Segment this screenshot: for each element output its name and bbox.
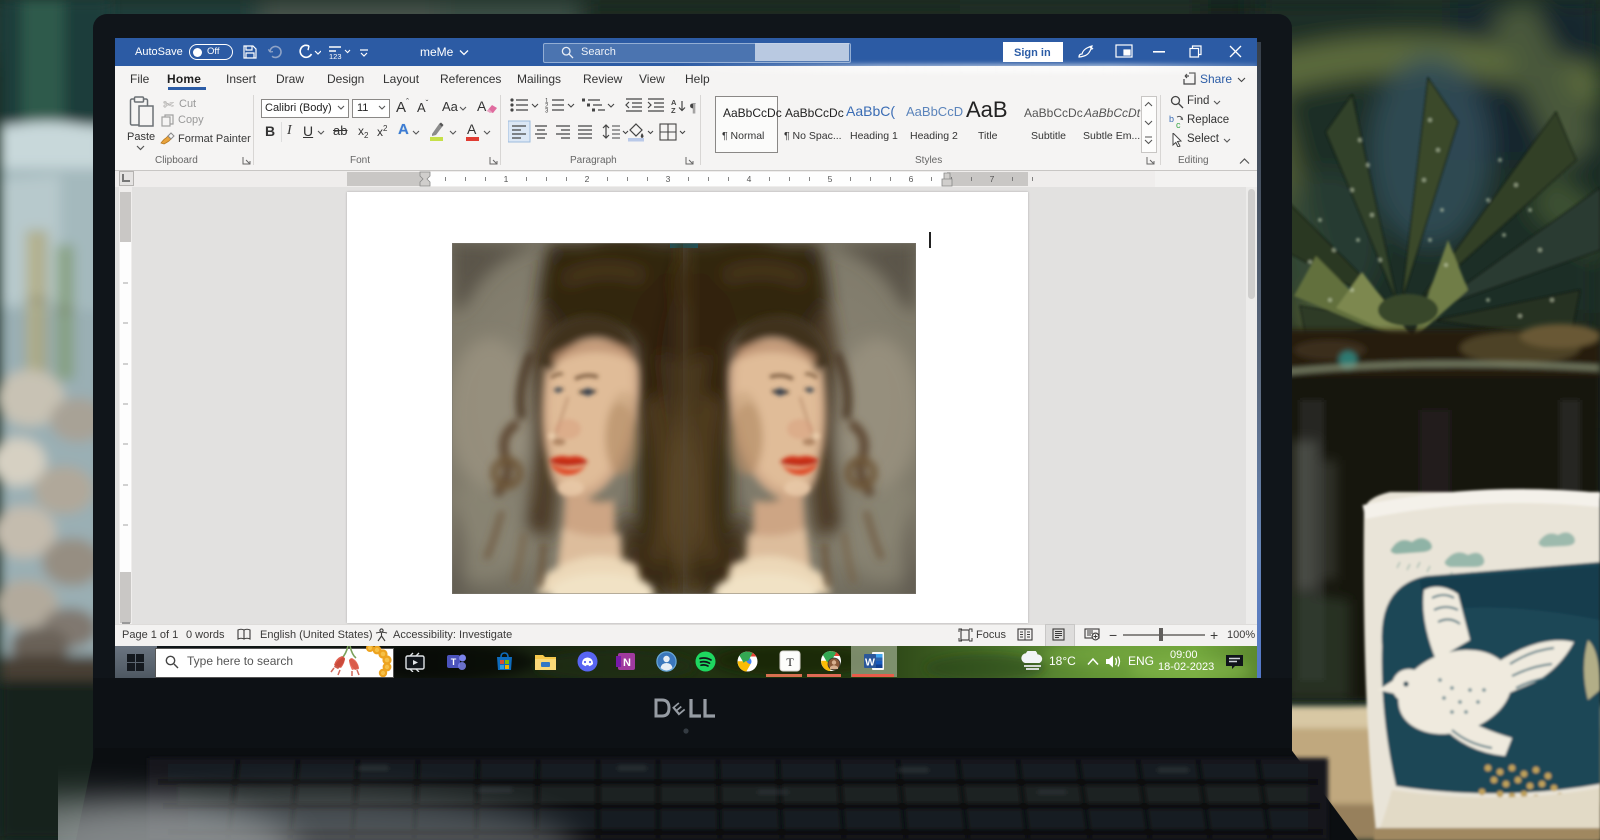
svg-text:T: T — [451, 657, 457, 667]
svg-text:c: c — [1176, 120, 1181, 129]
svg-text:E: E — [670, 700, 689, 719]
svg-text:2: 2 — [585, 174, 590, 184]
svg-text:4: 4 — [747, 174, 752, 184]
svg-text:W: W — [865, 657, 875, 669]
svg-text:5: 5 — [828, 174, 833, 184]
svg-text:b: b — [1169, 114, 1174, 124]
svg-text:6: 6 — [909, 174, 914, 184]
svg-text:T: T — [786, 655, 794, 669]
svg-text:Z: Z — [671, 106, 676, 115]
svg-text:3: 3 — [545, 109, 549, 115]
svg-text:123: 123 — [329, 52, 342, 60]
svg-text:3: 3 — [666, 174, 671, 184]
svg-text:7: 7 — [990, 174, 995, 184]
svg-text:1: 1 — [504, 174, 509, 184]
svg-text:N: N — [623, 657, 631, 669]
svg-text:¶: ¶ — [690, 100, 696, 115]
